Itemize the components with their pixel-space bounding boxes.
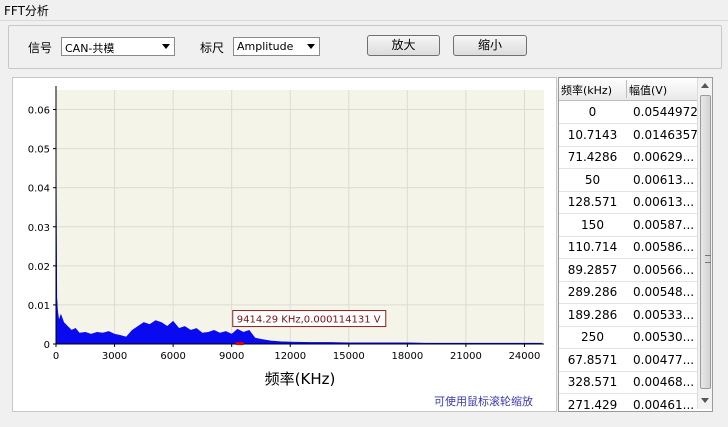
table-row[interactable]: 128.571 0.00613...	[559, 191, 712, 214]
signal-select[interactable]: CAN-共模	[61, 37, 175, 56]
plot-area[interactable]	[56, 90, 544, 344]
x-tick-label: 6000	[160, 351, 185, 362]
table-row[interactable]: 250 0.00530...	[559, 326, 712, 349]
frequency-cell: 189.286	[567, 307, 618, 322]
y-tick-label: 0.06	[28, 106, 50, 117]
table-row[interactable]: 150 0.00587...	[559, 214, 712, 237]
marker-tooltip-label: 9414.29 KHz,0.000114131 V	[237, 315, 381, 326]
table-scrollbar[interactable]	[697, 78, 712, 409]
arrow-up-icon	[701, 83, 709, 88]
scroll-up-button[interactable]	[698, 78, 712, 94]
grip-icon	[705, 255, 711, 263]
table-row[interactable]: 328.571 0.00468...	[559, 371, 712, 394]
frequency-cell: 10.7143	[567, 127, 618, 142]
fft-result-table[interactable]: 频率(kHz) 幅值(V) 0 0.0544972 10.7143 0.0146357…	[558, 77, 713, 412]
chevron-down-icon	[162, 44, 170, 49]
x-tick-label: 12000	[274, 351, 306, 362]
table-row[interactable]: 89.2857 0.00566...	[559, 259, 712, 282]
y-tick-label: 0.04	[28, 184, 50, 195]
frequency-cell: 150	[581, 217, 604, 232]
signal-label: 信号	[28, 41, 53, 55]
table-row[interactable]: 271.429 0.00461...	[559, 394, 712, 412]
chevron-down-icon	[307, 44, 315, 49]
x-tick-label: 24000	[509, 351, 541, 362]
title-bar: FFT分析	[0, 0, 728, 21]
fft-chart[interactable]: 0 0.01 0.02 0.03 0.04 0.05 0.06 0 3000 6000 9000 12…	[13, 78, 556, 411]
table-header: 频率(kHz) 幅值(V)	[559, 78, 712, 101]
scale-label: 标尺	[200, 41, 225, 55]
table-row[interactable]: 50 0.00613...	[559, 169, 712, 192]
scale-select-value: Amplitude	[237, 40, 294, 53]
column-divider	[626, 80, 627, 98]
table-row[interactable]: 10.7143 0.0146357	[559, 124, 712, 147]
x-tick-label: 15000	[333, 351, 365, 362]
x-tick-label: 21000	[450, 351, 482, 362]
frequency-cell: 89.2857	[567, 262, 618, 277]
scroll-down-button[interactable]	[698, 393, 712, 409]
y-tick-label: 0.02	[28, 262, 50, 273]
table-row[interactable]: 110.714 0.00586...	[559, 236, 712, 259]
frequency-cell: 67.8571	[567, 352, 618, 367]
table-row[interactable]: 189.286 0.00533...	[559, 304, 712, 327]
frequency-cell: 50	[584, 172, 601, 187]
signal-select-value: CAN-共模	[65, 42, 115, 55]
frequency-cell: 0	[588, 105, 597, 119]
scroll-thumb[interactable]	[700, 95, 711, 389]
scale-select[interactable]: Amplitude	[233, 37, 320, 56]
zoom-hint: 可使用鼠标滚轮缩放	[434, 395, 533, 408]
y-tick-label: 0.05	[28, 145, 50, 156]
y-tick-label: 0	[44, 340, 50, 351]
x-axis-label: 频率(KHz)	[265, 370, 336, 388]
frequency-cell: 71.4286	[567, 150, 618, 164]
frequency-cell: 250	[581, 330, 604, 344]
arrow-down-icon	[701, 398, 709, 403]
zoom-in-button[interactable]: 放大	[367, 35, 440, 56]
table-row[interactable]: 67.8571 0.00477...	[559, 349, 712, 372]
table-row[interactable]: 289.286 0.00548...	[559, 281, 712, 304]
frequency-cell: 289.286	[567, 285, 618, 299]
x-tick-label: 0	[53, 351, 59, 362]
frequency-cell: 328.571	[567, 375, 618, 389]
window-title: FFT分析	[4, 4, 49, 18]
table-row[interactable]: 71.4286 0.00629...	[559, 146, 712, 169]
x-tick-label: 3000	[102, 351, 127, 362]
y-tick-label: 0.03	[28, 223, 50, 234]
fft-chart-panel[interactable]: 0 0.01 0.02 0.03 0.04 0.05 0.06 0 3000 6000 9000 12…	[12, 77, 557, 412]
frequency-cell: 271.429	[567, 397, 618, 412]
x-tick-label: 9000	[219, 351, 244, 362]
y-tick-label: 0.01	[28, 301, 50, 312]
x-tick-label: 18000	[391, 351, 423, 362]
frequency-cell: 110.714	[567, 240, 618, 254]
table-row[interactable]: 0 0.0544972	[559, 101, 712, 124]
zoom-out-button[interactable]: 缩小	[453, 35, 527, 56]
frequency-cell: 128.571	[567, 195, 618, 209]
column-header-frequency[interactable]: 频率(kHz)	[561, 82, 625, 98]
